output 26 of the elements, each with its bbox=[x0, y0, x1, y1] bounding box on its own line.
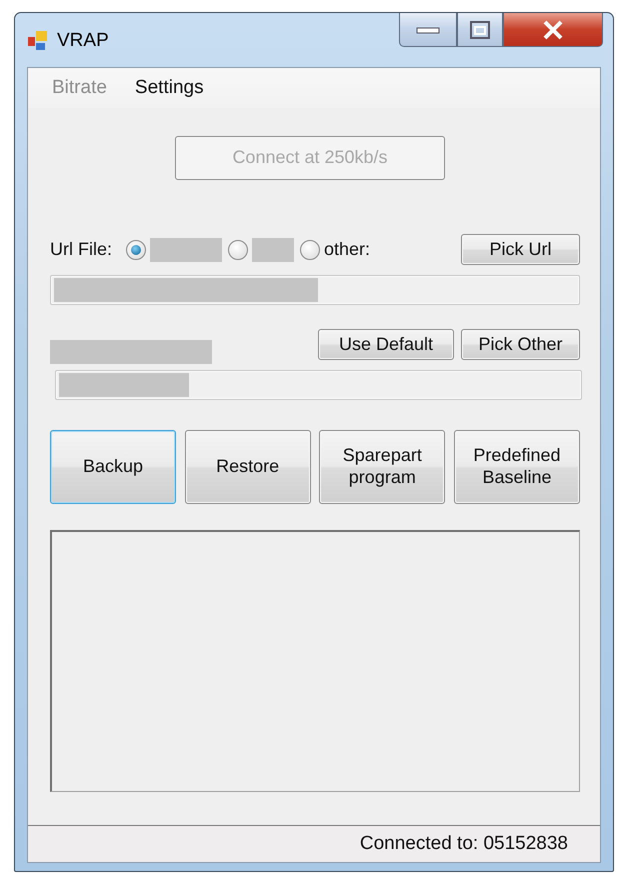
maximize-button[interactable] bbox=[457, 13, 503, 47]
minimize-button[interactable] bbox=[399, 13, 457, 47]
redacted-block bbox=[150, 238, 222, 262]
action-button[interactable]: Sparepart program bbox=[319, 430, 446, 504]
use-default-button[interactable]: Use Default bbox=[318, 329, 454, 360]
close-icon bbox=[542, 20, 564, 40]
radio-button[interactable] bbox=[126, 240, 146, 260]
pick-url-button[interactable]: Pick Url bbox=[461, 234, 580, 265]
close-button[interactable] bbox=[503, 13, 603, 47]
maximize-icon bbox=[469, 20, 491, 40]
action-button[interactable]: Predefined Baseline bbox=[454, 430, 580, 504]
radio-label: other: bbox=[324, 239, 370, 260]
window-title: VRAP bbox=[57, 30, 109, 52]
menu-item[interactable]: Settings bbox=[134, 77, 204, 99]
pick-other-button[interactable]: Pick Other bbox=[461, 329, 580, 360]
action-button[interactable]: Restore bbox=[184, 430, 311, 504]
redacted-block bbox=[252, 238, 294, 262]
radio-button[interactable] bbox=[228, 240, 248, 260]
action-button[interactable]: Backup bbox=[50, 430, 176, 504]
status-text: Connected to: 05152838 bbox=[360, 833, 568, 855]
url-field[interactable] bbox=[50, 275, 580, 305]
radio-button[interactable] bbox=[300, 240, 320, 260]
app-icon bbox=[27, 30, 49, 52]
file-field[interactable] bbox=[55, 370, 582, 400]
url-file-label: Url File: bbox=[50, 239, 112, 260]
minimize-icon bbox=[416, 26, 440, 34]
